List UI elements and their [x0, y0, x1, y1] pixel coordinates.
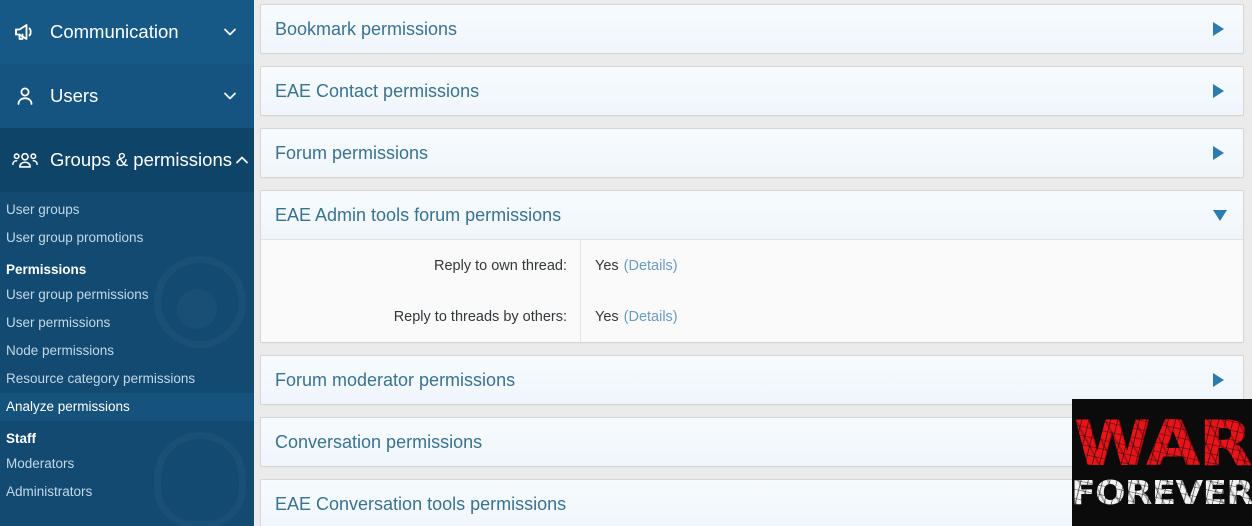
panel-header-bookmark-permissions[interactable]: Bookmark permissions [261, 5, 1243, 53]
sidebar-navigation: Communication Users Groups & permissions… [0, 0, 254, 526]
sidebar-group-communication[interactable]: Communication [0, 0, 254, 64]
panel-header-forum-permissions[interactable]: Forum permissions [261, 129, 1243, 177]
details-link[interactable]: (Details) [624, 258, 678, 274]
chevron-up-icon[interactable] [232, 150, 252, 170]
sidebar-item-moderators[interactable]: Moderators [0, 450, 254, 478]
sidebar-heading-staff: Staff [6, 431, 36, 446]
triangle-right-icon[interactable] [1213, 84, 1227, 98]
permission-panel: EAE Contact permissions [260, 66, 1244, 116]
permission-value-text: Yes [595, 257, 619, 274]
permission-label: Reply to own thread: [261, 240, 581, 291]
overlay-line-war: WAR [1073, 406, 1251, 480]
user-icon [12, 83, 38, 109]
permission-value: Yes (Details) [581, 240, 1243, 291]
sidebar-heading-permissions: Permissions [6, 262, 87, 277]
triangle-right-icon[interactable] [1213, 146, 1227, 160]
sidebar-item-user-group-promotions[interactable]: User group promotions [0, 224, 254, 252]
chevron-down-icon[interactable] [220, 22, 240, 42]
permission-panel: Forum permissions [260, 128, 1244, 178]
panel-header-eae-admin-tools-forum-permissions[interactable]: EAE Admin tools forum permissions [261, 191, 1243, 239]
sidebar-group-label: Groups & permissions [50, 149, 232, 170]
sidebar-submenu: User groups User group promotions Permis… [0, 192, 254, 506]
panel-header-eae-contact-permissions[interactable]: EAE Contact permissions [261, 67, 1243, 115]
triangle-down-icon[interactable] [1213, 209, 1227, 221]
sidebar-item-resource-category-permissions[interactable]: Resource category permissions [0, 365, 254, 393]
panel-title: Bookmark permissions [275, 18, 458, 39]
panel-title: EAE Contact permissions [275, 80, 480, 101]
sidebar-group-groups-permissions[interactable]: Groups & permissions [0, 128, 254, 192]
permission-value: Yes (Details) [581, 291, 1243, 342]
permission-label: Reply to threads by others: [261, 291, 581, 342]
triangle-right-icon[interactable] [1213, 22, 1227, 36]
war-forever-overlay-graphic: WAR FOREVER [1072, 399, 1252, 526]
sidebar-item-administrators[interactable]: Administrators [0, 478, 254, 506]
sidebar-item-user-groups[interactable]: User groups [0, 196, 254, 224]
people-group-icon [12, 147, 38, 173]
sidebar-item-user-permissions[interactable]: User permissions [0, 309, 254, 337]
megaphone-icon [12, 19, 38, 45]
triangle-right-icon[interactable] [1213, 373, 1227, 387]
panel-title: EAE Conversation tools permissions [275, 493, 567, 514]
panel-title: EAE Admin tools forum permissions [275, 204, 562, 225]
permission-value-text: Yes [595, 308, 619, 325]
permission-row: Reply to own thread: Yes (Details) [261, 240, 1243, 291]
sidebar-group-label: Users [50, 85, 99, 106]
overlay-line-forever: FOREVER [1072, 472, 1252, 512]
permission-panel: Bookmark permissions [260, 4, 1244, 54]
sidebar-item-analyze-permissions[interactable]: Analyze permissions [0, 393, 254, 421]
permission-panel: Forum moderator permissions [260, 355, 1244, 405]
panel-title: Forum permissions [275, 142, 429, 163]
sidebar-item-node-permissions[interactable]: Node permissions [0, 337, 254, 365]
details-link[interactable]: (Details) [624, 309, 678, 325]
permission-panel-expanded: EAE Admin tools forum permissions Reply … [260, 190, 1244, 343]
panel-body: Reply to own thread: Yes (Details) Reply… [261, 239, 1243, 342]
sidebar-group-users[interactable]: Users [0, 64, 254, 128]
panel-header-forum-moderator-permissions[interactable]: Forum moderator permissions [261, 356, 1243, 404]
sidebar-group-label: Communication [50, 21, 179, 42]
chevron-down-icon[interactable] [220, 86, 240, 106]
sidebar-item-user-group-permissions[interactable]: User group permissions [0, 281, 254, 309]
panel-title: Conversation permissions [275, 431, 483, 452]
panel-title: Forum moderator permissions [275, 369, 516, 390]
admin-permissions-page: Communication Users Groups & permissions… [0, 0, 1252, 526]
permission-row: Reply to threads by others: Yes (Details… [261, 291, 1243, 342]
